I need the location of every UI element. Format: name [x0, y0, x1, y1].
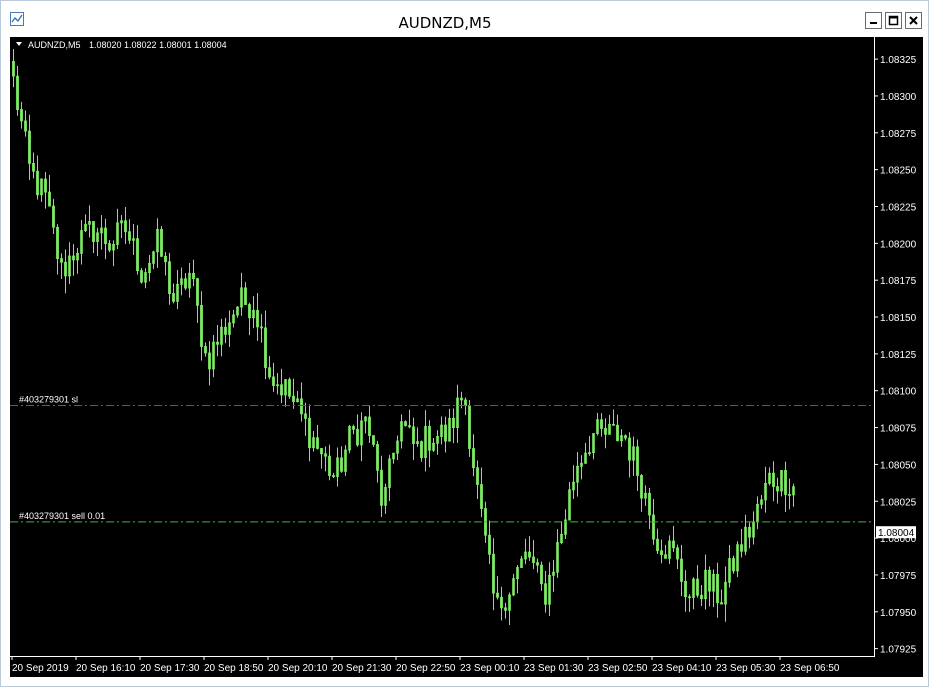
price-tick-label: 1.08200 [880, 239, 917, 250]
price-tick-label: 1.08050 [880, 460, 917, 471]
current-price-tag: 1.08004 [876, 526, 916, 539]
current-price-label: 1.08004 [878, 528, 915, 539]
close-icon [909, 16, 918, 25]
price-tick-label: 1.08025 [880, 497, 917, 508]
candle [348, 424, 351, 454]
chart-background [10, 37, 923, 677]
title-bar[interactable]: AUDNZD,M5 [1, 1, 928, 35]
price-tick-label: 1.08100 [880, 387, 917, 398]
maximize-icon [888, 15, 899, 26]
price-tick-label: 1.08175 [880, 276, 917, 287]
time-tick-label: 23 Sep 04:10 [652, 663, 712, 674]
time-tick-label: 23 Sep 05:30 [716, 663, 776, 674]
symbol-label: AUDNZD,M5 [28, 40, 81, 50]
minimize-button[interactable] [865, 12, 882, 29]
time-tick-label: 20 Sep 18:50 [204, 663, 264, 674]
price-tick-label: 1.08125 [880, 350, 917, 361]
minimize-icon [870, 22, 877, 24]
price-tick-label: 1.08150 [880, 313, 917, 324]
price-tick-label: 1.08075 [880, 424, 917, 435]
chart-window: AUDNZD,M5 1.08325 1.08300 1.08275 1.08250 1.… [0, 0, 929, 687]
candle [344, 445, 347, 476]
price-tick-label: 1.07950 [880, 608, 917, 619]
price-axis-border [874, 37, 875, 657]
price-tick-label: 1.08275 [880, 129, 917, 140]
time-tick-label: 20 Sep 22:50 [396, 663, 456, 674]
time-tick-label: 23 Sep 02:50 [588, 663, 648, 674]
candle [732, 555, 735, 574]
window-title: AUDNZD,M5 [398, 14, 492, 32]
time-tick-label: 20 Sep 2019 [12, 663, 69, 674]
price-tick-label: 1.08300 [880, 92, 917, 103]
sell-order-label: #403279301 sell 0.01 [19, 511, 105, 521]
time-tick-label: 20 Sep 16:10 [76, 663, 136, 674]
price-tick-label: 1.07925 [880, 645, 917, 656]
close-button[interactable] [905, 12, 922, 29]
price-tick-label: 1.08225 [880, 202, 917, 213]
stop-loss-label: #403279301 sl [19, 394, 78, 404]
price-chart[interactable]: 1.08325 1.08300 1.08275 1.08250 1.08225 1.082… [10, 37, 923, 677]
price-tick-label: 1.08250 [880, 166, 917, 177]
chart-area[interactable]: 1.08325 1.08300 1.08275 1.08250 1.08225 1.082… [10, 37, 923, 677]
time-tick-label: 23 Sep 06:50 [780, 663, 840, 674]
time-tick-label: 20 Sep 20:10 [268, 663, 328, 674]
time-tick-label: 23 Sep 00:10 [460, 663, 520, 674]
time-tick-label: 20 Sep 21:30 [332, 663, 392, 674]
price-tick-label: 1.07975 [880, 571, 917, 582]
candle [140, 267, 143, 284]
candle [468, 399, 471, 457]
candle [288, 377, 291, 399]
time-tick-label: 23 Sep 01:30 [524, 663, 584, 674]
price-tick-label: 1.08325 [880, 55, 917, 66]
time-tick-label: 20 Sep 17:30 [140, 663, 200, 674]
candle [160, 226, 163, 258]
ohlc-label: 1.08020 1.08022 1.08001 1.08004 [89, 40, 227, 50]
maximize-button[interactable] [885, 12, 902, 29]
